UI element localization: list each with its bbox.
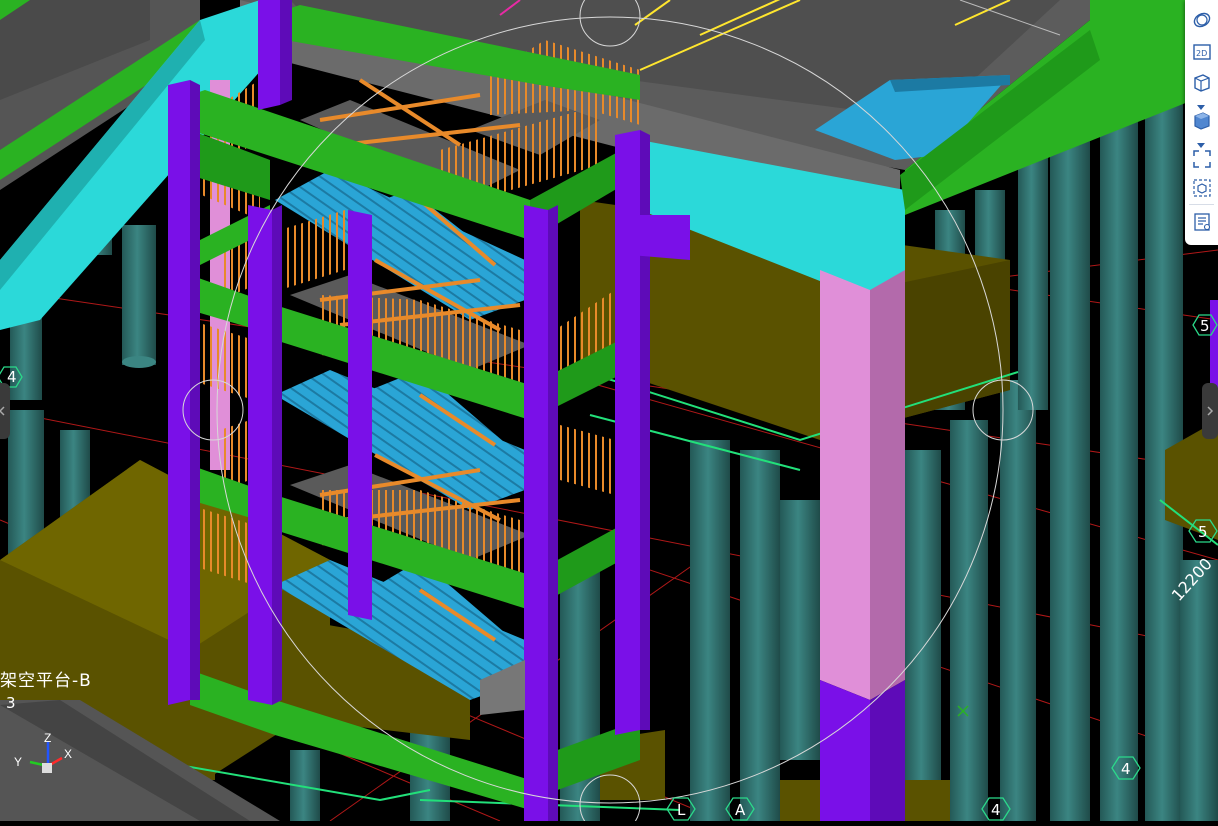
axis-z-label: Z (44, 732, 51, 745)
grid-label-bottom-l: L (677, 801, 686, 819)
grid-label-bottom-a: A (735, 801, 746, 819)
axis-y-label: Y (14, 755, 22, 769)
grid-label-left-4: 4 (7, 368, 17, 386)
section-box-button[interactable] (1189, 176, 1214, 200)
fit-view-icon (1192, 150, 1211, 168)
properties-button[interactable] (1189, 210, 1214, 234)
view-toolbar: 2D (1185, 0, 1218, 245)
axis-triad-icon: Z X Y (14, 731, 72, 773)
chevron-right-icon (1207, 406, 1214, 416)
grid-label-right-5: 5 (1200, 317, 1210, 335)
shaded-view-dropdown[interactable] (1197, 136, 1205, 148)
3d-box-view-icon (1193, 74, 1210, 92)
grid-label-left-partial: 3 (6, 694, 16, 712)
shaded-view-icon (1193, 112, 1210, 130)
pink-column (820, 270, 905, 821)
3d-view-button[interactable] (1189, 70, 1214, 94)
section-box-icon (1192, 179, 1211, 197)
model-canvas[interactable]: 4 5 5 L A 4 4 3 (0, 0, 1218, 826)
chevron-left-icon (0, 406, 5, 416)
nav-right-arrow[interactable] (1202, 383, 1218, 439)
axis-x-label: X (64, 747, 72, 761)
shaded-view-button[interactable] (1189, 108, 1214, 132)
toolbar-separator (1189, 204, 1214, 205)
grid-label-bottom-4: 4 (991, 801, 1001, 819)
level-label: 架空平台-B (0, 671, 92, 691)
fit-view-button[interactable] (1189, 147, 1214, 171)
3d-model-viewport[interactable]: 4 5 5 L A 4 4 3 架空平台-B 12200 Z X Y 2D (0, 0, 1218, 826)
2d-view-button[interactable]: 2D (1189, 40, 1214, 64)
grid-bubble-left-partial: 3 (6, 694, 16, 712)
2d-view-label: 2D (1196, 49, 1207, 58)
axis-gizmo: Z X Y (12, 731, 80, 782)
nav-left-arrow[interactable] (0, 383, 10, 439)
orbit-button[interactable] (1189, 8, 1214, 32)
grid-label-right-5b: 5 (1198, 523, 1208, 541)
3d-view-dropdown[interactable] (1197, 98, 1205, 110)
grid-label-bottom-4b: 4 (1121, 760, 1131, 778)
properties-panel-icon (1193, 213, 1210, 231)
2d-view-icon: 2D (1192, 44, 1211, 60)
orbit-icon (1193, 12, 1210, 28)
